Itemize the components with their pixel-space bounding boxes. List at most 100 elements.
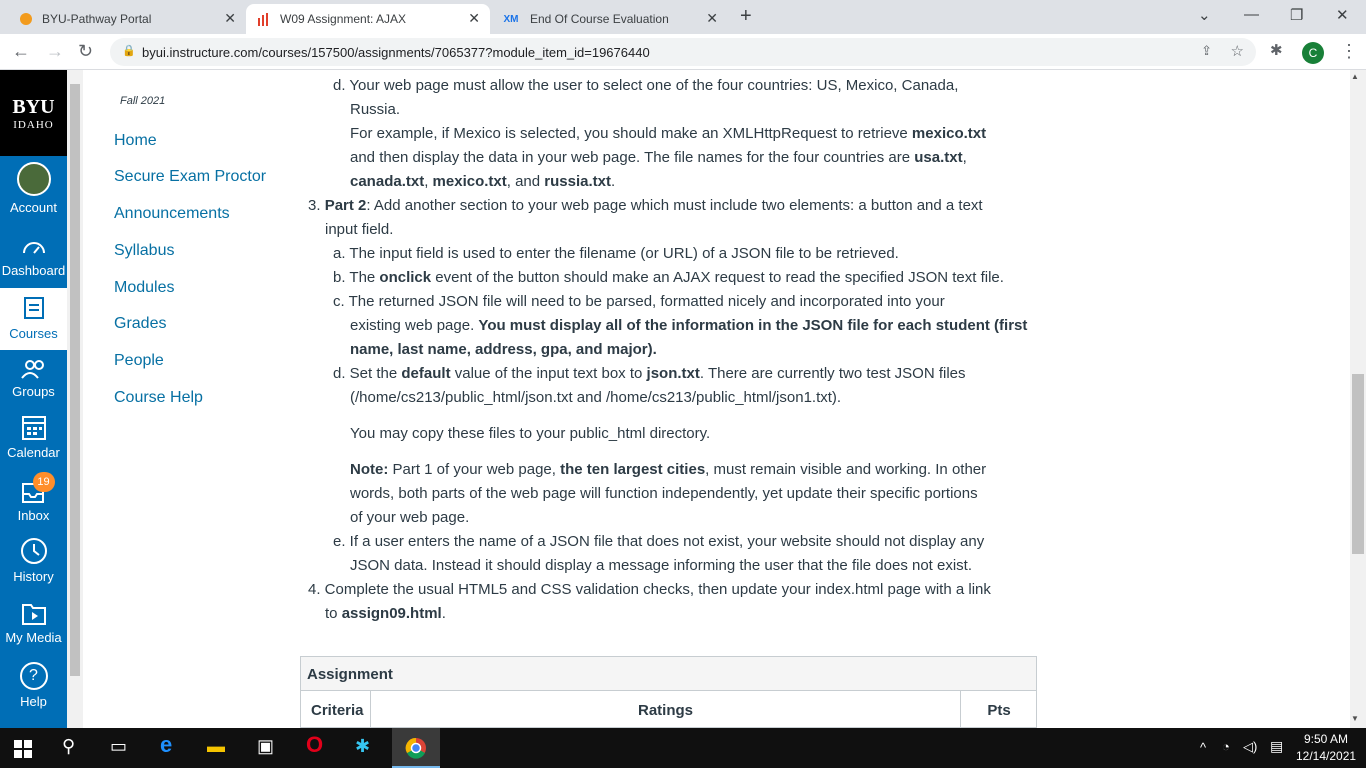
keyword: onclick bbox=[379, 269, 432, 286]
global-nav-dashboard[interactable]: Dashboard bbox=[0, 235, 67, 278]
global-nav-courses[interactable]: Courses bbox=[0, 288, 67, 350]
notification-icon[interactable]: ▤ bbox=[1270, 738, 1283, 755]
system-clock[interactable]: 9:50 AM 12/14/2021 bbox=[1296, 731, 1356, 765]
pathway-favicon-icon bbox=[18, 11, 34, 27]
file-explorer-icon[interactable]: ▬ bbox=[207, 736, 225, 757]
part-label: Part 2 bbox=[324, 197, 367, 214]
filename: usa.txt bbox=[914, 149, 963, 166]
rubric-header-pts: Pts bbox=[987, 702, 1011, 719]
task-view-icon[interactable]: ▭ bbox=[110, 736, 127, 757]
course-nav-announcements[interactable]: Announcements bbox=[114, 205, 230, 223]
example-line-3: canada.txt, mexico.txt, and russia.txt. bbox=[350, 170, 615, 194]
edge-icon[interactable]: e bbox=[160, 732, 172, 758]
note-label: Note: bbox=[350, 461, 389, 478]
minimize-button[interactable]: — bbox=[1244, 6, 1259, 23]
xm-favicon-icon: XM bbox=[503, 13, 519, 25]
courses-icon bbox=[23, 296, 45, 322]
search-icon[interactable]: ⚲ bbox=[62, 736, 75, 757]
wifi-icon[interactable]: ◔ bbox=[1222, 739, 1230, 754]
tab-end-of-course-evaluation[interactable]: XM End Of Course Evaluation ✕ bbox=[490, 4, 728, 34]
reload-button[interactable]: ↻ bbox=[78, 41, 93, 62]
text: b. The bbox=[333, 269, 380, 286]
menu-kebab-icon[interactable]: ⋮ bbox=[1340, 41, 1358, 62]
store-icon[interactable]: ▣ bbox=[257, 736, 274, 757]
inbox-icon: 19 bbox=[21, 472, 55, 504]
item-e: e. If a user enters the name of a JSON f… bbox=[333, 533, 985, 550]
global-nav-groups[interactable]: Groups bbox=[0, 358, 67, 399]
global-nav-account[interactable]: Account bbox=[0, 162, 67, 215]
filename: assign09.html bbox=[341, 605, 442, 622]
opera-icon[interactable]: O bbox=[306, 732, 323, 758]
byu-idaho-logo[interactable]: BYU IDAHO bbox=[0, 70, 67, 156]
close-tab-icon[interactable]: ✕ bbox=[706, 10, 718, 27]
chrome-taskbar-button[interactable] bbox=[392, 728, 440, 768]
keyword: default bbox=[401, 365, 451, 382]
share-icon[interactable]: ⇪ bbox=[1201, 43, 1212, 59]
course-nav-modules[interactable]: Modules bbox=[114, 279, 174, 297]
course-nav-home[interactable]: Home bbox=[114, 132, 157, 150]
item-c-line3: name, last name, address, gpa, and major… bbox=[350, 341, 657, 358]
item-a: a. The input field is used to enter the … bbox=[333, 245, 899, 262]
show-hidden-icons-icon[interactable]: ^ bbox=[1200, 740, 1206, 755]
global-nav-help[interactable]: ? Help bbox=[0, 662, 67, 709]
global-nav-calendar[interactable]: Calendar bbox=[0, 413, 67, 460]
scroll-up-arrow-icon[interactable]: ▲ bbox=[1351, 72, 1359, 81]
volume-icon[interactable]: ◁) bbox=[1243, 739, 1257, 755]
clock-time: 9:50 AM bbox=[1303, 732, 1349, 746]
forward-button[interactable]: → bbox=[46, 41, 64, 62]
tab-title: End Of Course Evaluation bbox=[530, 12, 669, 26]
emphasis: You must display all of the information … bbox=[478, 317, 1028, 334]
text: , and bbox=[506, 173, 545, 190]
course-nav-secure-exam-proctor[interactable]: Secure Exam Proctor bbox=[114, 168, 266, 186]
back-button[interactable]: ← bbox=[12, 41, 30, 62]
filename: mexico.txt bbox=[911, 125, 987, 142]
course-navigation: Fall 2021 Home Secure Exam Proctor Annou… bbox=[83, 70, 288, 728]
clock-date: 12/14/2021 bbox=[1296, 749, 1357, 763]
item-d-default-line2: (/home/cs213/public_html/json.txt and /h… bbox=[350, 389, 842, 406]
text: . bbox=[610, 173, 616, 190]
help-icon: ? bbox=[19, 662, 48, 690]
tab-w09-assignment[interactable]: W09 Assignment: AJAX ✕ bbox=[246, 4, 490, 34]
avatar bbox=[16, 162, 51, 196]
global-nav-history[interactable]: History bbox=[0, 537, 67, 584]
media-folder-icon bbox=[20, 600, 48, 626]
close-tab-icon[interactable]: ✕ bbox=[468, 10, 480, 27]
windows-start-icon[interactable] bbox=[14, 740, 32, 758]
global-nav-my-media[interactable]: My Media bbox=[0, 600, 67, 645]
global-nav-inbox[interactable]: 19 Inbox bbox=[0, 472, 67, 523]
item-d-countries: d. Your web page must allow the user to … bbox=[333, 77, 959, 94]
tab-byu-pathway-portal[interactable]: BYU-Pathway Portal ✕ bbox=[8, 4, 246, 34]
note-line-1: Note: Part 1 of your web page, the ten l… bbox=[350, 458, 986, 482]
term-label: Fall 2021 bbox=[120, 95, 166, 107]
scrollbar-thumb[interactable] bbox=[70, 84, 80, 676]
nav-scrollbar[interactable] bbox=[67, 70, 83, 728]
part2-heading: 3. Part 2: Add another section to your w… bbox=[308, 194, 983, 218]
nav-label: Dashboard bbox=[1, 263, 66, 278]
address-bar[interactable]: 🔒 byui.instructure.com/courses/157500/as… bbox=[110, 38, 1256, 66]
course-nav-people[interactable]: People bbox=[114, 352, 164, 370]
scroll-down-arrow-icon[interactable]: ▼ bbox=[1351, 714, 1359, 723]
profile-avatar[interactable]: C bbox=[1302, 42, 1324, 64]
scrollbar-thumb[interactable] bbox=[1352, 374, 1364, 554]
nav-label: Inbox bbox=[17, 508, 50, 523]
close-window-button[interactable]: ✕ bbox=[1336, 6, 1349, 24]
text: , must remain visible and working. In ot… bbox=[705, 461, 987, 478]
course-nav-grades[interactable]: Grades bbox=[114, 315, 166, 333]
dashboard-icon bbox=[20, 235, 48, 259]
page-scrollbar[interactable]: ▲ ▼ bbox=[1350, 70, 1366, 728]
restore-button[interactable]: ❐ bbox=[1290, 6, 1303, 24]
slack-icon[interactable]: ✱ bbox=[355, 736, 370, 757]
nav-label: History bbox=[13, 569, 54, 584]
extensions-icon[interactable]: ✱ bbox=[1270, 41, 1283, 59]
text: : Add another section to your web page w… bbox=[366, 197, 983, 214]
step-4-line2: to assign09.html. bbox=[325, 602, 446, 626]
new-tab-button[interactable]: + bbox=[740, 5, 752, 28]
course-nav-course-help[interactable]: Course Help bbox=[114, 389, 203, 407]
course-nav-syllabus[interactable]: Syllabus bbox=[114, 242, 174, 260]
bookmark-star-icon[interactable]: ☆ bbox=[1231, 42, 1244, 60]
close-tab-icon[interactable]: ✕ bbox=[224, 10, 236, 27]
filename: russia.txt bbox=[544, 173, 611, 190]
text: . bbox=[441, 605, 446, 622]
tab-search-icon[interactable]: ⌄ bbox=[1198, 6, 1211, 24]
nav-label: Courses bbox=[9, 326, 58, 341]
